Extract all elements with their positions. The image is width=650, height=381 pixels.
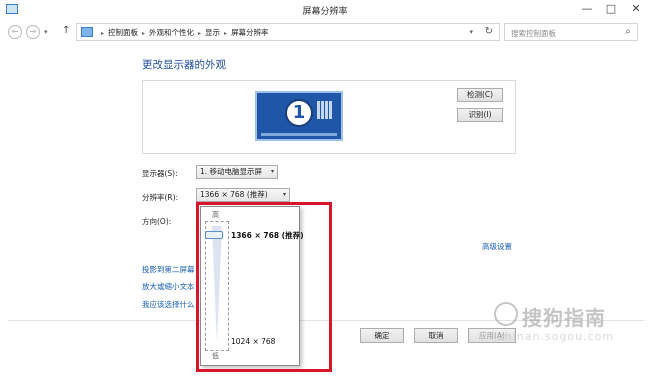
refresh-icon[interactable]: ↻ xyxy=(485,26,493,37)
close-button[interactable]: ✕ xyxy=(622,0,650,20)
search-placeholder: 搜索控制面板 xyxy=(511,29,556,38)
breadcrumb-item-control-panel[interactable]: 控制面板 xyxy=(108,28,138,37)
chevron-down-icon: ▾ xyxy=(270,168,274,175)
navigation-bar: ← → ▾ ↑ ▸ 控制面板 ▸ 外观和个性化 ▸ 显示 ▸ 屏幕分辨率 ▾ ↻ 搜索控制面板… xyxy=(0,20,650,44)
display-select-value: 1. 移动电脑显示屏 xyxy=(200,167,263,176)
breadcrumb-separator-icon: ▸ xyxy=(198,30,202,37)
title-bar: 屏幕分辨率 — □ ✕ xyxy=(0,0,650,20)
advanced-settings-link[interactable]: 高级设置 xyxy=(482,241,512,252)
search-input[interactable]: 搜索控制面板 ⌕ xyxy=(504,23,638,41)
search-icon[interactable]: ⌕ xyxy=(625,26,631,37)
display-label: 显示器(S): xyxy=(142,169,178,178)
breadcrumb-separator-icon: ▸ xyxy=(224,30,228,37)
ok-button[interactable]: 确定 xyxy=(360,328,404,343)
taskbar-strip xyxy=(261,133,337,136)
cancel-button[interactable]: 取消 xyxy=(414,328,458,343)
monitor-icon[interactable]: 1 xyxy=(255,91,343,141)
breadcrumb-separator-icon: ▸ xyxy=(142,30,146,37)
maximize-button[interactable]: □ xyxy=(598,0,624,20)
display-select[interactable]: 1. 移动电脑显示屏 ▾ xyxy=(196,165,278,179)
detect-button[interactable]: 检测(C) xyxy=(457,88,503,102)
monitor-number: 1 xyxy=(285,99,313,127)
control-panel-icon xyxy=(81,27,93,37)
highlight-annotation-box xyxy=(196,202,332,372)
page-title: 更改显示器的外观 xyxy=(142,59,226,71)
address-dropdown-icon[interactable]: ▾ xyxy=(469,28,473,36)
breadcrumb-separator-icon: ▸ xyxy=(101,30,105,37)
chevron-down-icon: ▾ xyxy=(282,191,286,198)
address-box[interactable]: ▸ 控制面板 ▸ 外观和个性化 ▸ 显示 ▸ 屏幕分辨率 ▾ ↻ xyxy=(76,23,500,41)
watermark-text: 搜狗指南 xyxy=(522,306,606,330)
recent-locations-dropdown-icon[interactable]: ▾ xyxy=(44,28,48,36)
up-button[interactable]: ↑ xyxy=(62,25,70,36)
resolution-select-value: 1366 × 768 (推荐) xyxy=(200,190,268,199)
window-title: 屏幕分辨率 xyxy=(302,7,348,17)
breadcrumb-item-display[interactable]: 显示 xyxy=(205,28,220,37)
watermark-url: zhinan.sogou.com xyxy=(498,330,615,343)
identify-button[interactable]: 识别(I) xyxy=(457,108,503,122)
project-second-screen-link[interactable]: 投影到第二屏幕 xyxy=(142,264,195,275)
breadcrumb-item-resolution[interactable]: 屏幕分辨率 xyxy=(231,28,269,37)
resize-text-link[interactable]: 放大或缩小文本 xyxy=(142,281,195,292)
breadcrumb: ▸ 控制面板 ▸ 外观和个性化 ▸ 显示 ▸ 屏幕分辨率 xyxy=(97,27,269,38)
monitor-preview-area: 1 检测(C) 识别(I) xyxy=(142,80,516,154)
resolution-label: 分辨率(R): xyxy=(142,193,179,202)
forward-button[interactable]: → xyxy=(26,25,40,39)
resolution-select[interactable]: 1366 × 768 (推荐) ▾ xyxy=(196,188,290,202)
minimize-button[interactable]: — xyxy=(574,0,600,20)
watermark-logo-icon xyxy=(494,302,518,326)
orientation-label: 方向(O): xyxy=(142,217,172,226)
breadcrumb-item-appearance[interactable]: 外观和个性化 xyxy=(149,28,194,37)
back-button[interactable]: ← xyxy=(8,25,22,39)
which-settings-link[interactable]: 我应该选择什么 xyxy=(142,299,195,310)
start-screen-tiles-icon xyxy=(317,101,333,119)
